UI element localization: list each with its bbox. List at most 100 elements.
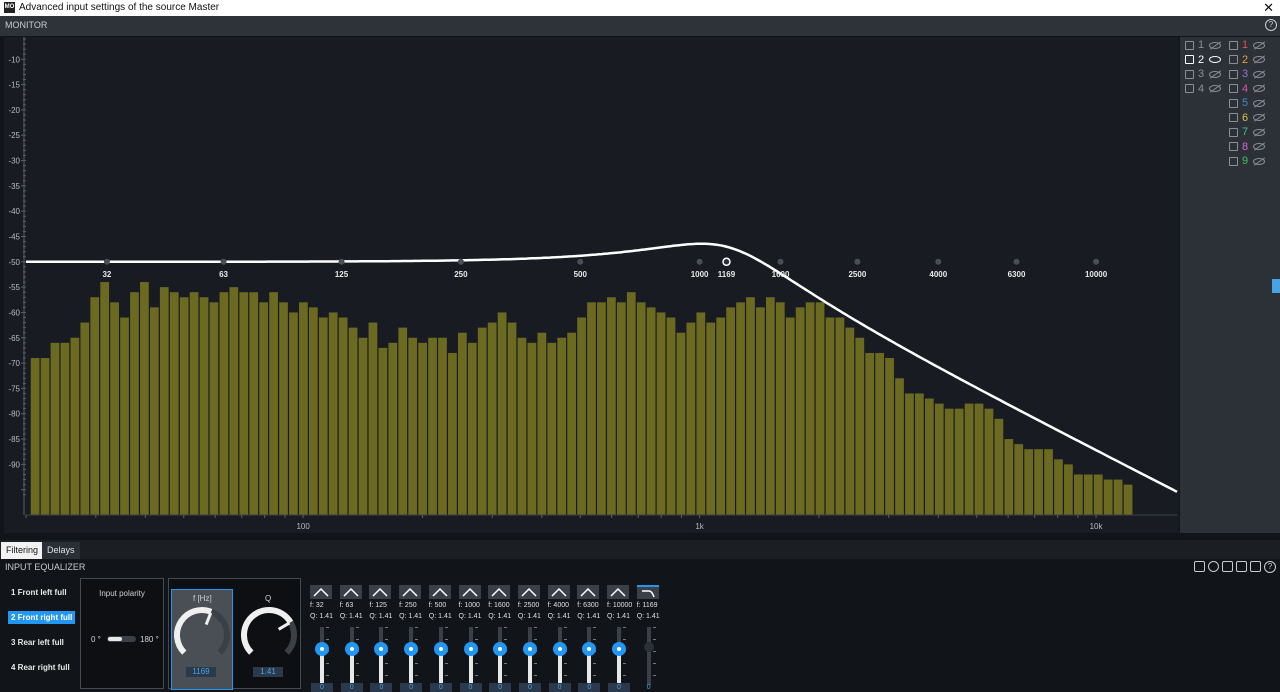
eye-off-icon[interactable] <box>1253 157 1266 165</box>
q-knob-value[interactable]: 1.41 <box>253 667 283 677</box>
channel-item-1[interactable]: 1 Front left full <box>8 586 70 599</box>
spectrum-bar <box>30 358 40 515</box>
spectrum-bar <box>557 337 567 515</box>
close-button[interactable]: ✕ <box>1263 0 1274 16</box>
eye-off-icon[interactable] <box>1253 85 1266 92</box>
band-gain-slider[interactable] <box>315 642 329 656</box>
eye-off-icon[interactable] <box>1209 41 1222 49</box>
peak-filter-icon[interactable] <box>488 585 511 599</box>
channel-item-2[interactable]: 2 Front right full <box>8 611 76 624</box>
peak-filter-icon[interactable] <box>339 585 362 599</box>
band-gain-slider[interactable] <box>522 642 537 656</box>
band-gain-value[interactable]: 0 <box>459 683 482 692</box>
eye-off-icon[interactable] <box>1209 85 1222 92</box>
output-row-8[interactable]: 8 <box>1229 141 1266 153</box>
spectrum-bar <box>378 347 388 515</box>
peak-filter-icon[interactable] <box>458 585 481 599</box>
spectrum-bar <box>249 292 259 515</box>
band-gain-value[interactable]: 0 <box>370 683 393 692</box>
band-gain-slider[interactable] <box>404 642 419 656</box>
band-gain-value[interactable]: 0 <box>518 683 541 692</box>
peak-filter-icon[interactable] <box>399 585 422 599</box>
band-gain-track[interactable] <box>646 627 651 685</box>
freq-knob[interactable] <box>174 607 230 655</box>
eq-point-label: 4000 <box>929 270 947 279</box>
band-gain-value[interactable]: 0 <box>429 683 452 692</box>
input-row-4[interactable]: 4 <box>1185 83 1222 95</box>
peak-filter-icon[interactable] <box>607 585 629 599</box>
band-gain-value[interactable]: 0 <box>638 683 660 692</box>
peak-filter-icon[interactable] <box>547 585 570 599</box>
output-icon <box>1229 84 1238 93</box>
copy-icon[interactable] <box>1222 561 1233 572</box>
eye-off-icon[interactable] <box>1209 70 1222 78</box>
window-title: Advanced input settings of the source Ma… <box>19 2 220 13</box>
spectrum-bar <box>1044 449 1053 515</box>
y-tick-label: -60 <box>8 308 20 317</box>
eye-off-icon[interactable] <box>1253 70 1266 78</box>
band-gain-value[interactable]: 0 <box>311 683 333 692</box>
band-gain-slider[interactable] <box>344 642 359 656</box>
monitor-label: MONITOR <box>5 20 48 30</box>
eye-icon[interactable] <box>1209 56 1222 63</box>
output-row-4[interactable]: 4 <box>1229 83 1266 95</box>
band-gain-slider[interactable] <box>643 642 654 652</box>
polarity-switch[interactable] <box>107 636 136 642</box>
headphones-icon[interactable] <box>1194 561 1205 572</box>
input-row-1[interactable]: 1 <box>1185 39 1222 51</box>
peak-filter-icon[interactable] <box>517 585 540 599</box>
band-gain-slider[interactable] <box>552 642 567 656</box>
band-gain-value[interactable]: 0 <box>548 683 571 692</box>
band-gain-value[interactable]: 0 <box>400 683 423 692</box>
eq-band: f: 500 Q: 1.41 0 <box>427 583 455 692</box>
eq-band: f: 1169 Q: 1.41 0 <box>635 583 663 692</box>
tab-delays[interactable]: Delays <box>42 542 80 559</box>
spectrum-bar <box>388 342 398 515</box>
polarity-left-label: 0 ° <box>91 635 101 644</box>
spectrum-bar <box>636 302 646 515</box>
lowpass-filter-icon[interactable] <box>636 585 659 599</box>
peak-filter-icon[interactable] <box>577 585 600 599</box>
output-row-3[interactable]: 3 <box>1229 68 1266 80</box>
band-gain-value[interactable]: 0 <box>578 683 601 692</box>
freq-knob-value[interactable]: 1169 <box>186 667 216 677</box>
peak-filter-icon[interactable] <box>428 585 451 599</box>
band-gain-value[interactable]: 0 <box>340 683 363 692</box>
tab-filtering[interactable]: Filtering <box>1 542 44 559</box>
input-row-2[interactable]: 2 <box>1185 54 1222 66</box>
peak-filter-icon[interactable] <box>310 585 332 599</box>
channel-item-3[interactable]: 3 Rear left full <box>8 636 67 649</box>
channel-item-4[interactable]: 4 Rear right full <box>8 661 73 674</box>
input-row-3[interactable]: 3 <box>1185 68 1222 80</box>
spectrum-bar <box>984 408 994 515</box>
output-row-2[interactable]: 2 <box>1229 54 1266 66</box>
output-row-5[interactable]: 5 <box>1229 97 1266 109</box>
eye-off-icon[interactable] <box>1253 41 1266 49</box>
band-gain-slider[interactable] <box>433 642 448 656</box>
export-icon[interactable] <box>1250 561 1261 572</box>
output-row-9[interactable]: 9 <box>1229 155 1266 167</box>
output-row-7[interactable]: 7 <box>1229 126 1266 138</box>
output-row-1[interactable]: 1 <box>1229 39 1266 51</box>
output-row-6[interactable]: 6 <box>1229 111 1266 124</box>
reset-icon[interactable] <box>1236 561 1247 572</box>
output-label: 6 <box>1242 111 1249 124</box>
monitor-help-button[interactable]: ? <box>1265 19 1277 31</box>
eye-off-icon[interactable] <box>1253 99 1266 107</box>
band-q: Q: 1.41 <box>399 613 423 620</box>
band-gain-value[interactable]: 0 <box>489 683 512 692</box>
band-gain-value[interactable]: 0 <box>608 683 630 692</box>
band-gain-slider[interactable] <box>612 642 626 656</box>
spectrum-chart[interactable]: -10 -15 -20 -25 -30 -35 -40 -45 -50 -55 -60 -65 -70 -… <box>4 37 1179 533</box>
input-label: 1 <box>1198 39 1205 51</box>
equalizer-help-button[interactable]: ? <box>1264 561 1276 573</box>
eye-off-icon[interactable] <box>1253 114 1266 121</box>
q-knob[interactable] <box>241 607 297 655</box>
record-icon[interactable] <box>1208 561 1219 572</box>
peak-filter-icon[interactable] <box>369 585 392 599</box>
eye-off-icon[interactable] <box>1253 128 1266 136</box>
panel-collapse-handle[interactable] <box>1272 279 1280 293</box>
eye-off-icon[interactable] <box>1253 143 1266 150</box>
eye-off-icon[interactable] <box>1253 56 1266 63</box>
band-gain-slider[interactable] <box>463 642 478 656</box>
